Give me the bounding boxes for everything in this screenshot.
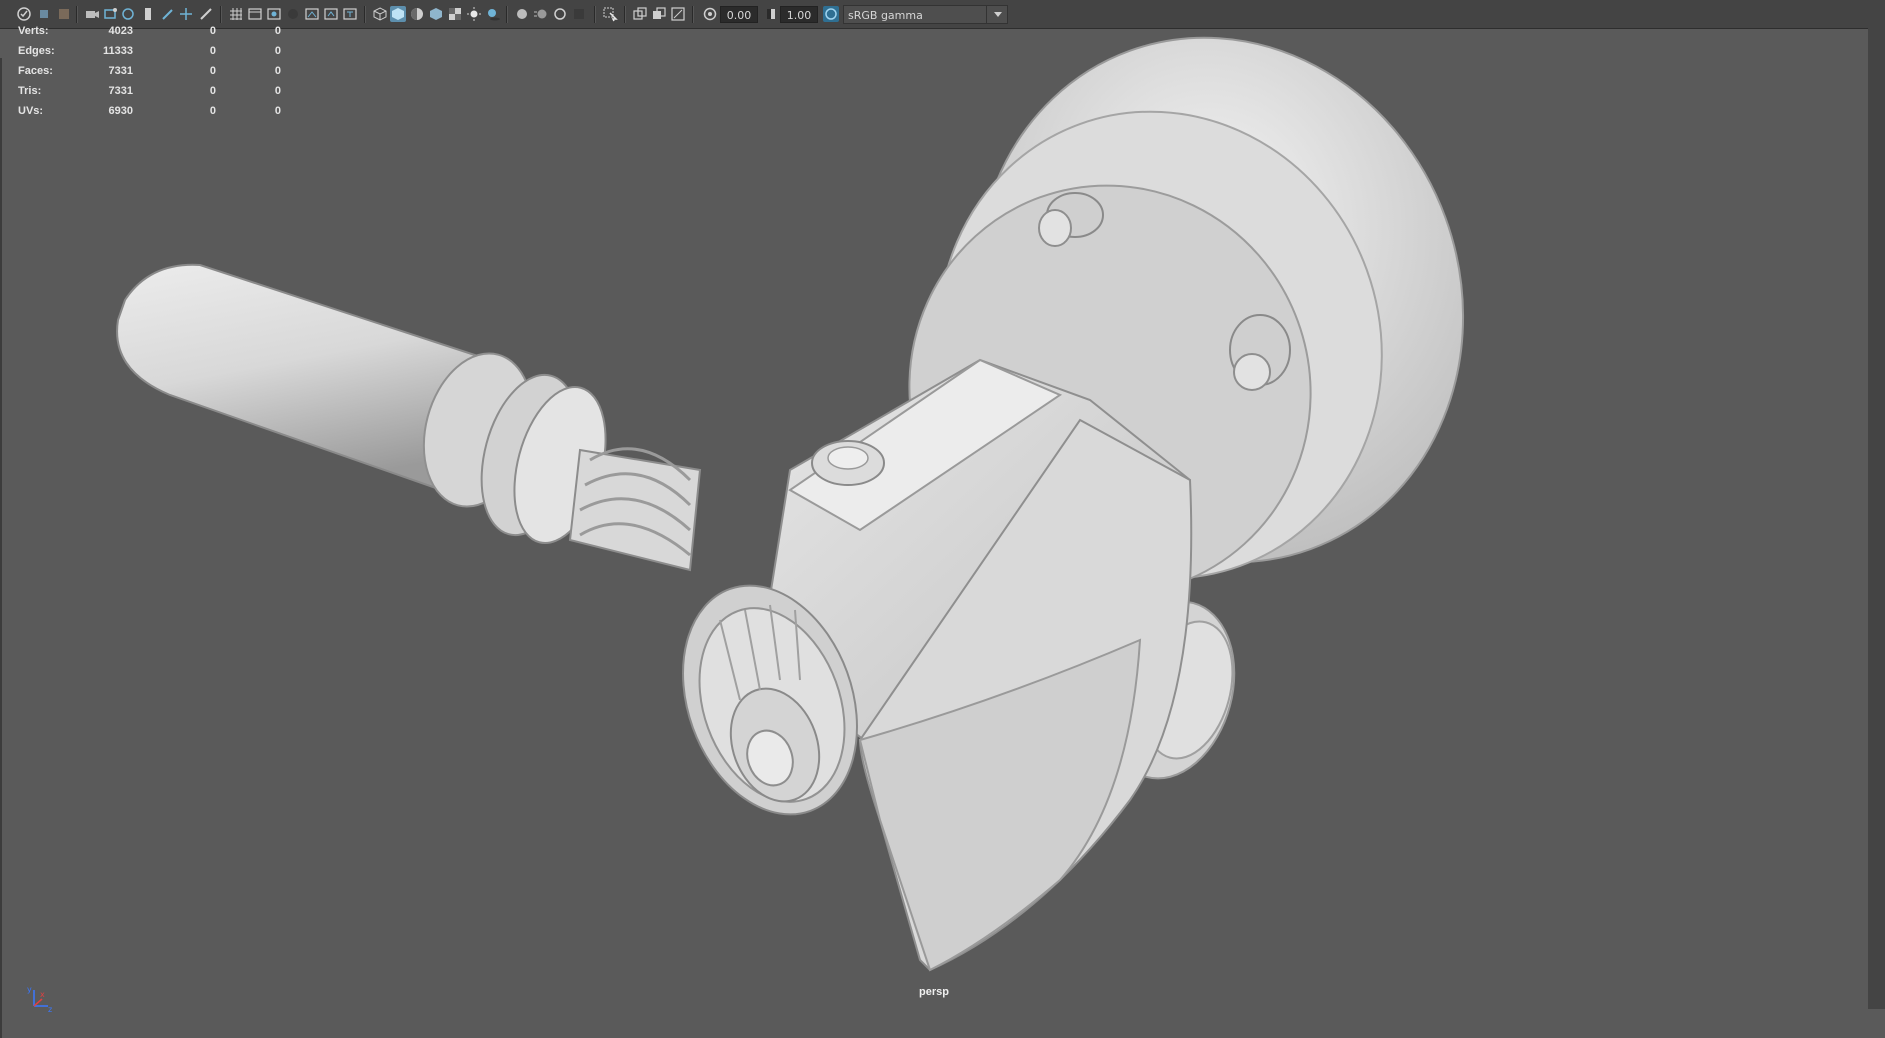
hud-value: 0 xyxy=(209,105,216,117)
hud-value: 4023 xyxy=(108,25,133,37)
safe-action-icon[interactable] xyxy=(323,6,339,22)
mechanical-gear-model[interactable] xyxy=(0,29,1868,1009)
color-management-icon[interactable] xyxy=(823,6,839,22)
axis-z-label: z xyxy=(48,1005,52,1014)
exposure-icon[interactable] xyxy=(702,6,718,22)
toolbar-separator xyxy=(594,6,596,23)
hud-value: 0 xyxy=(209,65,216,77)
multisample-aa-icon[interactable] xyxy=(552,6,568,22)
screen-space-ao-icon[interactable] xyxy=(514,6,530,22)
move-icon[interactable] xyxy=(178,6,194,22)
brush-icon[interactable] xyxy=(198,6,214,22)
hud-label: Tris: xyxy=(18,85,42,97)
hud-value: 11333 xyxy=(103,45,133,57)
hud-value: 0 xyxy=(274,65,281,77)
hud-row-faces: Faces: 7331 0 0 xyxy=(18,65,281,85)
color-space-value: sRGB gamma xyxy=(848,9,923,22)
field-chart-icon[interactable] xyxy=(304,6,320,22)
depth-of-field-icon[interactable] xyxy=(571,6,587,22)
hud-value: 6930 xyxy=(108,105,133,117)
hud-value: 0 xyxy=(274,85,281,97)
hud-row-tris: Tris: 7331 0 0 xyxy=(18,85,281,105)
film-gate-icon[interactable] xyxy=(247,6,263,22)
3d-viewport[interactable]: Verts: 4023 0 0 Edges: 11333 0 0 Faces: … xyxy=(0,25,1885,1038)
wireframe-on-shaded-icon[interactable] xyxy=(409,6,425,22)
safe-title-icon[interactable] xyxy=(342,6,358,22)
smooth-shade-icon[interactable] xyxy=(390,6,406,22)
viewport-toolbar: 0.00 1.00 sRGB gamma xyxy=(0,0,1885,29)
isolate-select-icon[interactable] xyxy=(602,6,618,22)
textured-icon[interactable] xyxy=(447,6,463,22)
bookmark-icon[interactable] xyxy=(56,6,72,22)
toolbar-separator xyxy=(506,6,508,23)
shadows-icon[interactable] xyxy=(485,6,501,22)
select-camera-icon[interactable] xyxy=(16,6,32,22)
hud-value: 7331 xyxy=(108,65,133,77)
wireframe-icon[interactable] xyxy=(372,6,388,22)
resolution-gate-icon[interactable] xyxy=(266,6,282,22)
hud-value: 0 xyxy=(274,25,281,37)
hud-value: 0 xyxy=(274,45,281,57)
camera-attributes-icon[interactable] xyxy=(36,6,52,22)
toolbar-separator xyxy=(624,6,626,23)
xray-icon[interactable] xyxy=(632,6,648,22)
hud-row-edges: Edges: 11333 0 0 xyxy=(18,45,281,65)
grid-icon[interactable] xyxy=(228,6,244,22)
spiral-shaft xyxy=(568,448,702,572)
hud-label: Edges: xyxy=(18,45,55,57)
2d-pan-zoom-icon[interactable] xyxy=(103,6,119,22)
toolbar-separator xyxy=(692,6,694,23)
default-material-icon[interactable] xyxy=(428,6,444,22)
right-panel-edge xyxy=(1868,0,1885,1009)
toolbar-separator xyxy=(220,6,222,23)
motion-blur-icon[interactable] xyxy=(533,6,549,22)
exposure-field[interactable]: 0.00 xyxy=(720,6,758,23)
grease-pencil-icon[interactable] xyxy=(120,6,136,22)
hud-row-uvs: UVs: 6930 0 0 xyxy=(18,105,281,125)
image-plane-icon[interactable] xyxy=(84,6,100,22)
toolbar-separator xyxy=(76,6,78,23)
camera-name-label: persp xyxy=(919,986,949,998)
hud-value: 0 xyxy=(274,105,281,117)
gamma-icon[interactable] xyxy=(763,6,779,22)
hud-value: 0 xyxy=(209,25,216,37)
viewport-left-border xyxy=(0,58,2,1038)
hud-value: 0 xyxy=(209,45,216,57)
hud-value: 7331 xyxy=(108,85,133,97)
use-all-lights-icon[interactable] xyxy=(466,6,482,22)
hud-value: 0 xyxy=(209,85,216,97)
hud-label: Verts: xyxy=(18,25,49,37)
color-space-dropdown[interactable]: sRGB gamma xyxy=(843,5,1008,24)
pencil-icon[interactable] xyxy=(160,6,176,22)
xray-joints-icon[interactable] xyxy=(651,6,667,22)
gate-mask-icon[interactable] xyxy=(285,6,301,22)
hud-label: Faces: xyxy=(18,65,53,77)
bookmark-flag-icon[interactable] xyxy=(140,6,156,22)
gamma-field[interactable]: 1.00 xyxy=(780,6,818,23)
hud-label: UVs: xyxy=(18,105,44,117)
xray-components-icon[interactable] xyxy=(670,6,686,22)
hud-row-verts: Verts: 4023 0 0 xyxy=(18,25,281,45)
dropdown-arrow-icon[interactable] xyxy=(986,5,1009,24)
toolbar-separator xyxy=(364,6,366,23)
